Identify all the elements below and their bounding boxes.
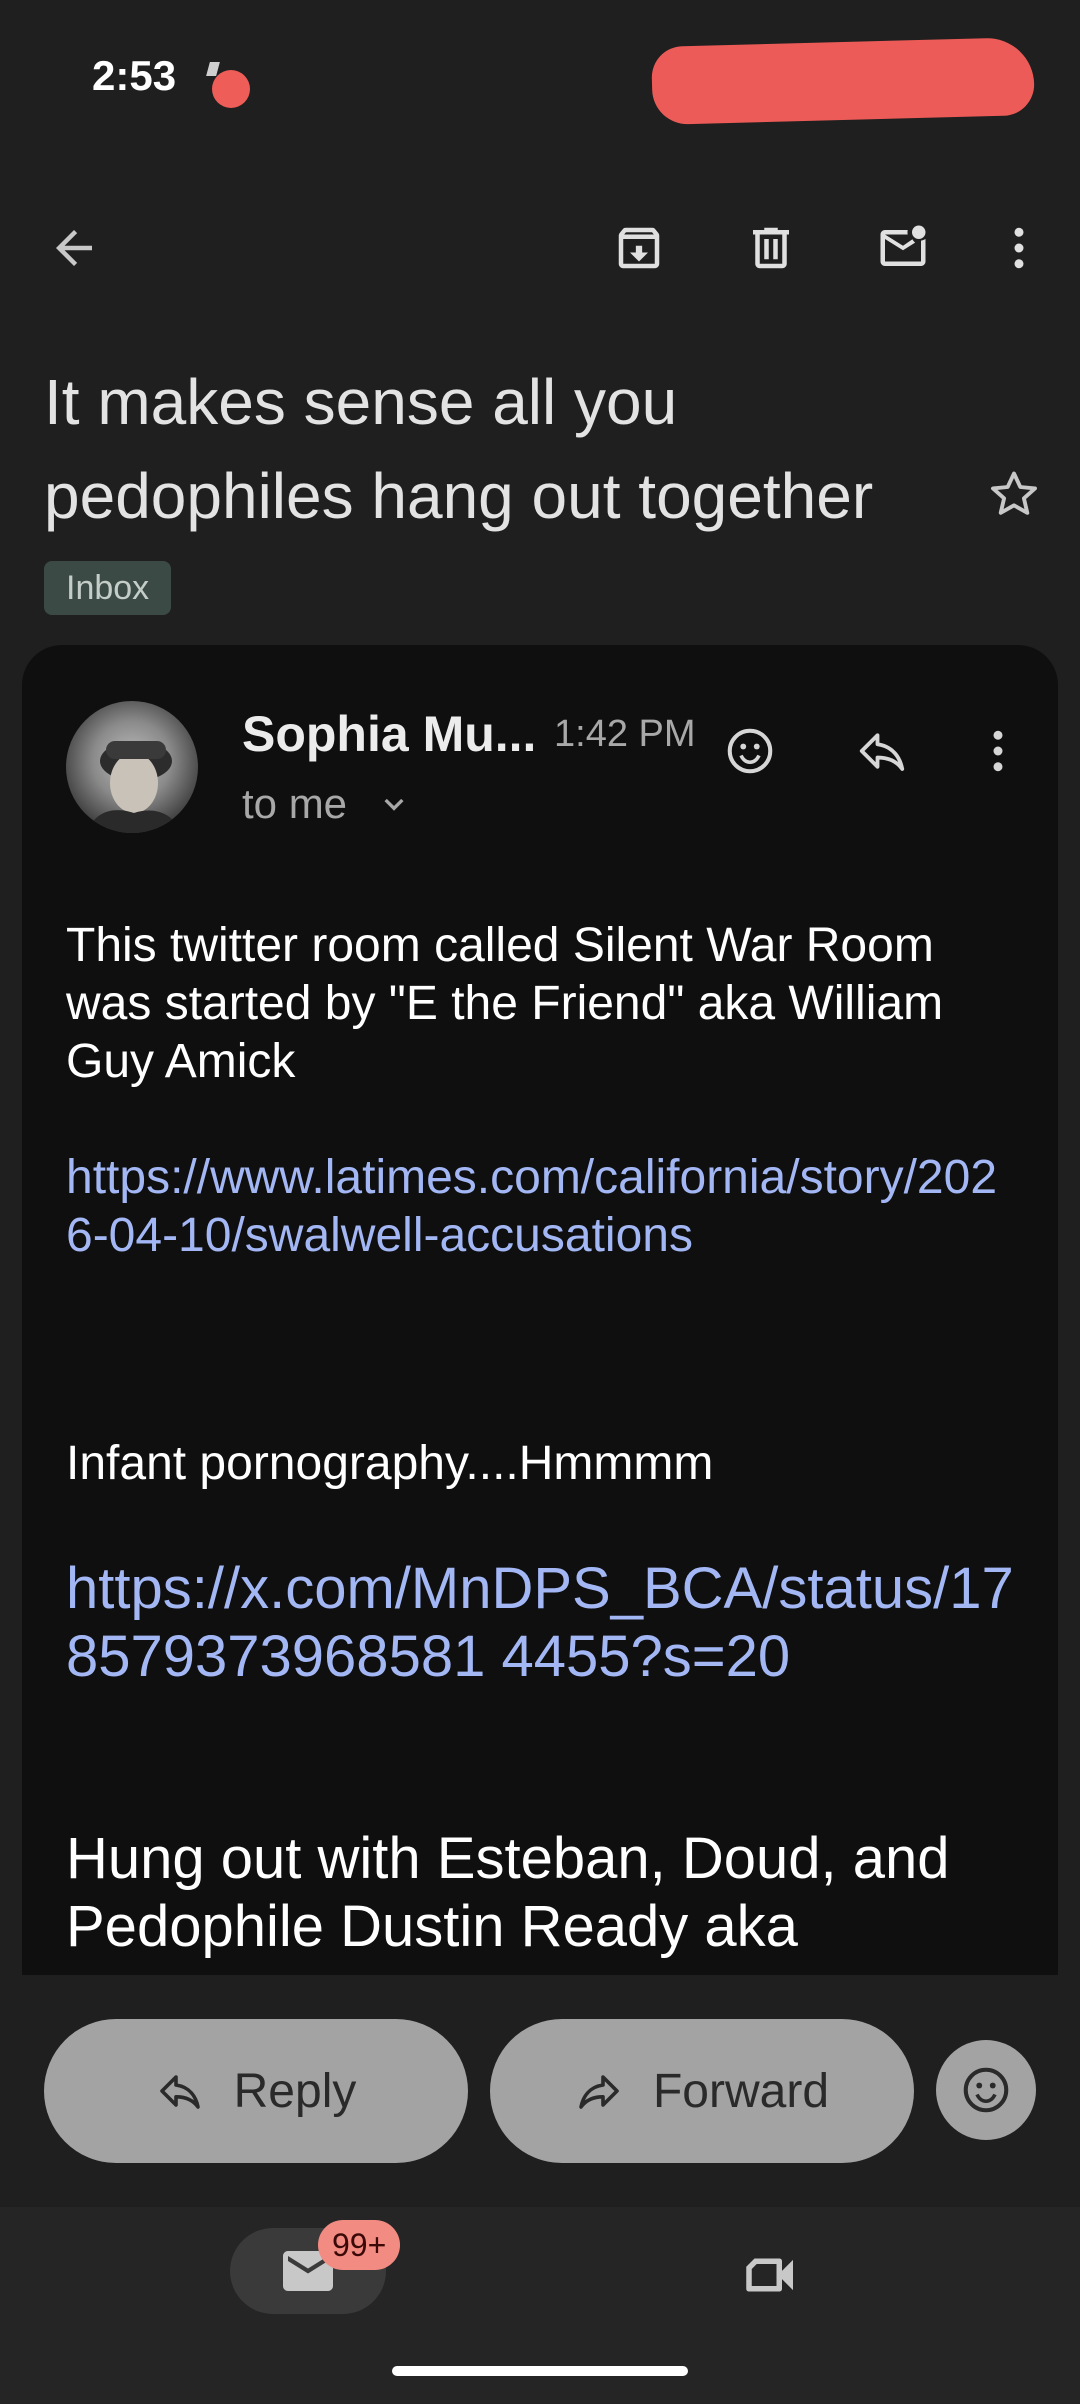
unread-count-badge: 99+ — [318, 2220, 401, 2270]
body-paragraph-1: This twitter room called Silent War Room… — [66, 919, 944, 1088]
more-vert-icon — [993, 730, 1003, 772]
recording-dot-icon — [212, 70, 250, 108]
sender-photo — [86, 741, 182, 833]
body-link-1[interactable]: https://www.latimes.com/california/story… — [66, 1149, 1016, 1265]
star-icon — [991, 471, 1037, 515]
forward-button[interactable]: Forward — [490, 2019, 914, 2163]
redaction-mark — [651, 37, 1035, 125]
inbox-label-chip[interactable]: Inbox — [44, 561, 172, 615]
nav-meet-tab[interactable] — [738, 2242, 804, 2313]
emoji-icon — [963, 2067, 1009, 2113]
message-more-button[interactable] — [962, 715, 1034, 787]
reply-icon — [859, 733, 905, 771]
react-button[interactable] — [936, 2040, 1036, 2140]
trash-icon — [753, 227, 789, 269]
mark-unread-button[interactable] — [867, 212, 939, 284]
star-button[interactable] — [978, 458, 1050, 530]
forward-icon — [579, 2075, 619, 2109]
body-link-2[interactable]: https://x.com/MnDPS_BCA/status/178579373… — [66, 1555, 1016, 1691]
archive-button[interactable] — [603, 212, 675, 284]
message-time: 1:42 PM — [554, 713, 696, 755]
arrow-left-icon — [56, 230, 92, 266]
delete-button[interactable] — [735, 212, 807, 284]
avatar[interactable] — [66, 701, 198, 833]
reply-label: Reply — [233, 2064, 357, 2118]
mark-unread-icon — [880, 225, 926, 266]
email-message-card: Sophia Mu... 1:42 PM to me This twitter … — [22, 645, 1058, 1975]
reply-icon — [159, 2075, 200, 2109]
body-paragraph-3: Hung out with Esteban, Doud, and Pedophi… — [66, 1826, 950, 1959]
chevron-down-icon[interactable] — [374, 785, 414, 830]
more-vert-icon — [1014, 227, 1024, 269]
video-camera-icon — [746, 2258, 793, 2292]
reply-button[interactable]: Reply — [44, 2019, 468, 2163]
status-time: 2:53 — [92, 52, 177, 99]
back-button[interactable] — [38, 212, 110, 284]
add-reaction-button[interactable] — [714, 715, 786, 787]
reply-icon-button[interactable] — [846, 715, 918, 787]
sender-name[interactable]: Sophia Mu... — [242, 705, 536, 763]
emoji-icon — [727, 728, 773, 774]
forward-label: Forward — [652, 2064, 830, 2118]
more-options-button[interactable] — [983, 212, 1055, 284]
body-paragraph-2: Infant pornography....Hmmmm — [66, 1437, 714, 1490]
archive-icon — [618, 227, 660, 269]
home-indicator[interactable] — [392, 2366, 688, 2376]
email-subject: It makes sense all you pedophiles hang o… — [44, 366, 874, 532]
recipient-label[interactable]: to me — [242, 780, 347, 828]
